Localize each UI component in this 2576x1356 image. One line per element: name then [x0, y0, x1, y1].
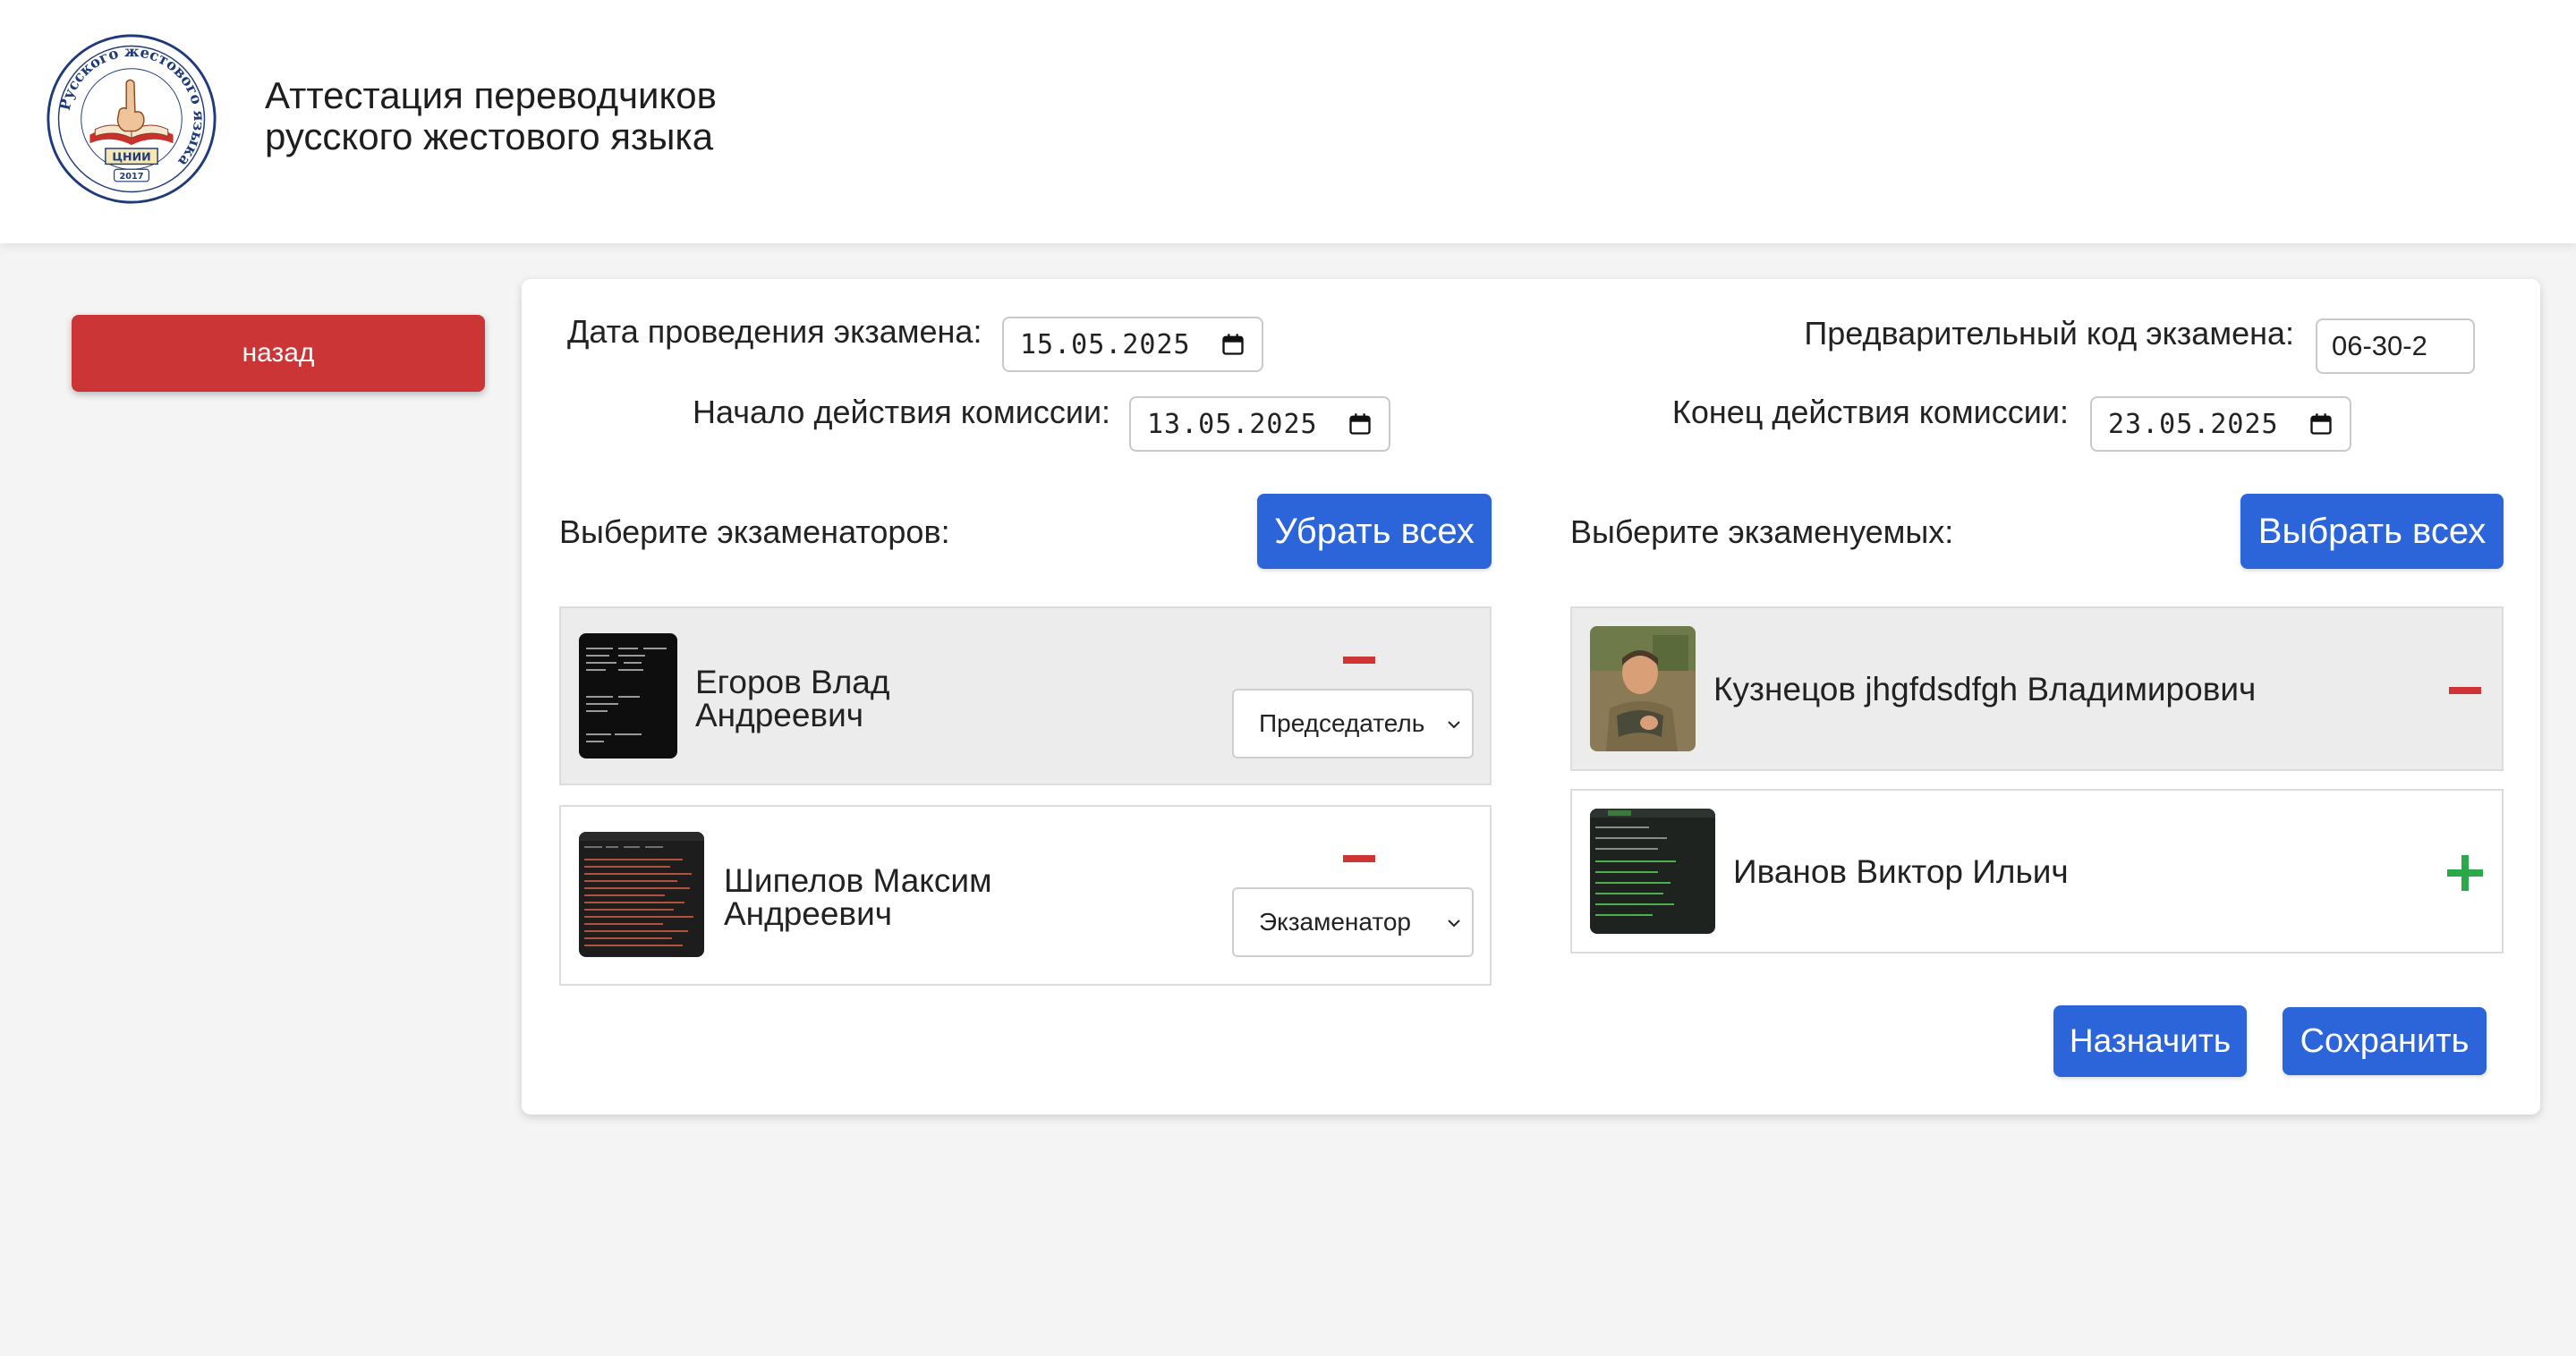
examiner-row[interactable]: Шипелов Максим Андреевич Экзаменатор — [559, 805, 1492, 986]
commission-start-value: 13.05.2025 — [1147, 408, 1318, 440]
assign-button[interactable]: Назначить — [2053, 1005, 2247, 1077]
examinee-avatar — [1590, 626, 1696, 751]
commission-start-input[interactable]: 13.05.2025 — [1129, 396, 1390, 452]
examiner-avatar — [579, 633, 677, 759]
chevron-down-icon — [1448, 920, 1460, 928]
app-title-line1: Аттестация переводчиков — [265, 74, 717, 116]
exam-code-label: Предварительный код экзамена: — [1804, 315, 2294, 352]
exam-date-label: Дата проведения экзамена: — [567, 313, 982, 350]
examinees-heading: Выберите экзаменуемых: — [1570, 513, 1954, 550]
examiner-avatar — [579, 832, 704, 957]
exam-date-value: 15.05.2025 — [1020, 328, 1191, 360]
examiner-row[interactable]: Егоров Влад Андреевич Председатель — [559, 606, 1492, 785]
examiner-name-line2: Андреевич — [695, 697, 864, 733]
back-button[interactable]: назад — [72, 315, 485, 392]
minus-icon[interactable] — [1343, 855, 1375, 862]
exam-code-value: 06-30-2 — [2332, 330, 2427, 361]
save-button[interactable]: Сохранить — [2283, 1007, 2487, 1075]
select-all-examinees-button[interactable]: Выбрать всех — [2240, 494, 2504, 569]
calendar-icon[interactable] — [2308, 411, 2334, 436]
svg-text:ЦНИИ: ЦНИИ — [112, 150, 150, 164]
calendar-icon[interactable] — [1220, 332, 1245, 357]
chevron-down-icon — [1448, 721, 1460, 729]
examinee-name: Кузнецов jhgfdsdfgh Владимирович — [1713, 671, 2257, 708]
examinee-row[interactable]: Иванов Виктор Ильич — [1570, 789, 2504, 953]
examiners-heading: Выберите экзаменаторов: — [559, 513, 950, 550]
svg-text:2017: 2017 — [120, 172, 144, 182]
examinee-avatar — [1590, 809, 1715, 934]
app-header: Русского жестового языка ЦНИИ 2017 Аттес… — [0, 0, 2576, 243]
examinee-row[interactable]: Кузнецов jhgfdsdfgh Владимирович — [1570, 606, 2504, 771]
exam-date-input[interactable]: 15.05.2025 — [1002, 317, 1263, 372]
commission-end-value: 23.05.2025 — [2108, 408, 2279, 440]
examiner-role-value: Председатель — [1259, 709, 1425, 737]
plus-icon[interactable] — [2447, 855, 2483, 891]
minus-icon[interactable] — [1343, 657, 1375, 664]
organization-logo: Русского жестового языка ЦНИИ 2017 — [47, 34, 217, 204]
remove-all-examiners-button[interactable]: Убрать всех — [1257, 494, 1492, 569]
examiner-name-line2: Андреевич — [724, 895, 893, 932]
examiner-role-value: Экзаменатор — [1259, 908, 1411, 936]
exam-form-card: Дата проведения экзамена: 15.05.2025 Пре… — [522, 279, 2540, 1114]
minus-icon[interactable] — [2449, 687, 2481, 694]
examiner-name-line1: Шипелов Максим — [724, 862, 992, 899]
commission-start-label: Начало действия комиссии: — [693, 394, 1111, 430]
commission-end-input[interactable]: 23.05.2025 — [2090, 396, 2351, 452]
examinee-name: Иванов Виктор Ильич — [1733, 853, 2069, 890]
app-title-line2: русского жестового языка — [265, 115, 714, 157]
calendar-icon[interactable] — [1348, 411, 1373, 436]
commission-end-label: Конец действия комиссии: — [1671, 394, 2069, 430]
examiner-name: Егоров Влад Андреевич — [695, 665, 889, 732]
examiner-role-select[interactable]: Председатель — [1232, 689, 1474, 759]
examiner-name-line1: Егоров Влад — [695, 664, 890, 700]
app-title: Аттестация переводчиков русского жестово… — [265, 75, 717, 157]
examiner-role-select[interactable]: Экзаменатор — [1232, 887, 1474, 957]
examiner-name: Шипелов Максим Андреевич — [724, 864, 992, 930]
exam-code-input[interactable]: 06-30-2 — [2316, 318, 2475, 374]
